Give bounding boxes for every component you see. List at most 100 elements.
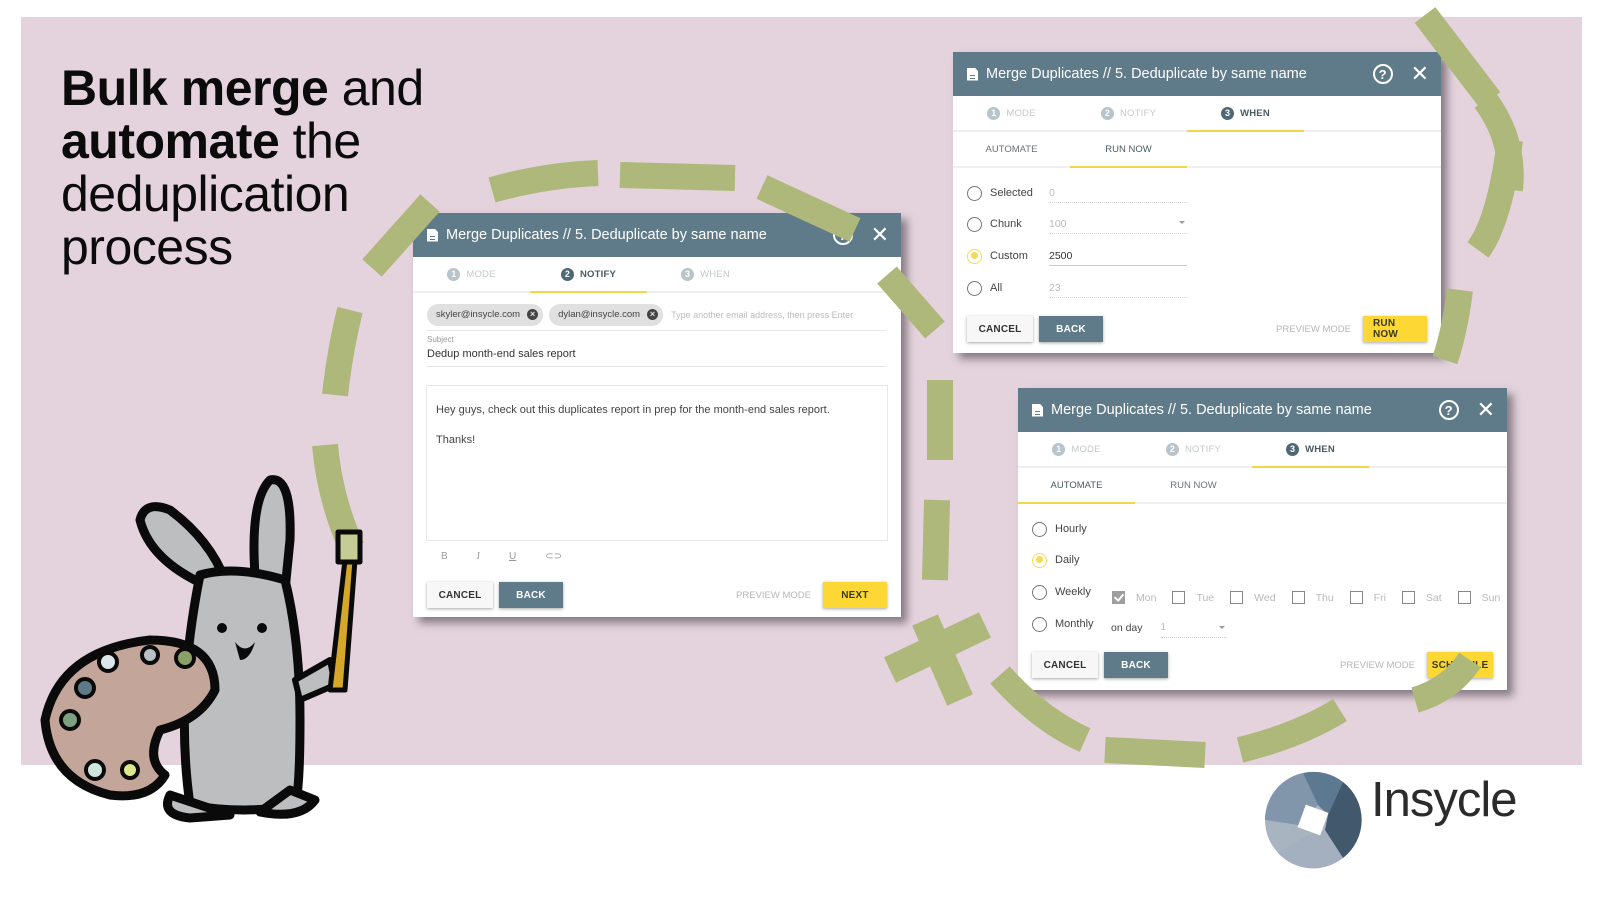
message-line: Thanks! [436, 434, 476, 446]
on-day-label: on day [1111, 622, 1143, 634]
preview-mode-link[interactable]: PREVIEW MODE [736, 590, 811, 601]
recipients-field[interactable]: skyler@insycle.com × dylan@insycle.com × T… [427, 299, 887, 331]
next-button[interactable]: NEXT [823, 582, 887, 608]
step-number: 1 [447, 267, 461, 281]
close-icon[interactable]: ✕ [1477, 399, 1495, 421]
step-label: NOTIFY [579, 268, 617, 280]
step-notify[interactable]: 2 NOTIFY [530, 257, 647, 293]
underline-button[interactable]: U [509, 551, 516, 562]
notify-dialog: Merge Duplicates // 5. Deduplicate by sa… [413, 213, 901, 617]
option-selected[interactable]: Selected [967, 183, 1043, 203]
day-sat[interactable]: Sat [1401, 591, 1442, 604]
frequency-daily[interactable]: Daily [1032, 550, 1079, 570]
run-now-button[interactable]: RUN NOW [1363, 316, 1427, 342]
link-icon[interactable]: ⊂⊃ [545, 551, 562, 562]
weekday-selector: Mon Tue Wed Thu Fri Sat Sun [1112, 591, 1516, 604]
radio-button[interactable] [1032, 552, 1047, 568]
on-day-select[interactable]: 1 [1160, 618, 1227, 638]
day-sun[interactable]: Sun [1457, 591, 1500, 604]
message-body-editor[interactable]: Hey guys, check out this duplicates repo… [426, 385, 888, 541]
subject-field[interactable]: Subject Dedup month-end sales report [427, 335, 887, 367]
schedule-button[interactable]: SCHEDULE [1427, 652, 1493, 678]
chevron-down-icon [1179, 221, 1185, 224]
recipient-chip: skyler@insycle.com × [427, 303, 544, 326]
day-thu[interactable]: Thu [1291, 591, 1334, 604]
checkbox[interactable] [1401, 591, 1415, 604]
step-when[interactable]: 3 WHEN [1187, 96, 1304, 132]
radio-button[interactable] [1032, 521, 1047, 537]
help-icon[interactable]: ? [1372, 64, 1393, 84]
headline-text-4: process [61, 219, 233, 275]
frequency-hourly[interactable]: Hourly [1032, 519, 1087, 539]
close-icon[interactable]: ✕ [871, 224, 889, 246]
dialog-footer: CANCEL BACK PREVIEW MODE SCHEDULE [1032, 652, 1493, 678]
step-when[interactable]: 3 WHEN [647, 257, 764, 291]
all-count-field: 23 [1049, 278, 1187, 298]
headline: Bulk merge and automate the deduplicatio… [61, 62, 424, 274]
step-when[interactable]: 3 WHEN [1252, 432, 1369, 468]
frequency-weekly[interactable]: Weekly [1032, 582, 1091, 602]
step-label: WHEN [1305, 443, 1335, 455]
subject-input[interactable]: Dedup month-end sales report [427, 348, 887, 360]
tab-run-now[interactable]: RUN NOW [1135, 468, 1252, 502]
day-label: Fri [1373, 591, 1386, 604]
option-custom[interactable]: Custom [967, 246, 1043, 266]
step-mode[interactable]: 1 MODE [413, 257, 530, 291]
recipient-input[interactable]: Type another email address, then press E… [671, 310, 853, 320]
automate-dialog: Merge Duplicates // 5. Deduplicate by sa… [1018, 388, 1507, 690]
preview-mode-link[interactable]: PREVIEW MODE [1276, 324, 1351, 335]
tab-automate[interactable]: AUTOMATE [953, 132, 1070, 166]
checkbox[interactable] [1291, 591, 1305, 604]
step-number: 2 [1165, 442, 1179, 456]
step-notify[interactable]: 2 NOTIFY [1135, 432, 1252, 466]
monthly-on-day: on day 1 [1111, 618, 1227, 638]
step-notify[interactable]: 2 NOTIFY [1070, 96, 1187, 130]
radio-button[interactable] [967, 280, 982, 296]
cancel-button[interactable]: CANCEL [967, 316, 1033, 342]
checkbox[interactable] [1349, 591, 1363, 604]
day-mon[interactable]: Mon [1112, 591, 1156, 604]
cancel-button[interactable]: CANCEL [427, 582, 493, 608]
checkbox[interactable] [1172, 591, 1186, 604]
cancel-button[interactable]: CANCEL [1032, 652, 1098, 678]
back-button[interactable]: BACK [1039, 316, 1103, 342]
help-icon[interactable]: ? [832, 225, 853, 245]
subject-label: Subject [427, 335, 454, 344]
tab-run-now[interactable]: RUN NOW [1070, 132, 1187, 168]
radio-button[interactable] [967, 216, 982, 232]
selected-count-field: 0 [1049, 183, 1187, 203]
option-chunk[interactable]: Chunk [967, 214, 1043, 234]
bold-button[interactable]: B [441, 551, 448, 562]
back-button[interactable]: BACK [1104, 652, 1168, 678]
remove-chip-icon[interactable]: × [527, 309, 539, 320]
checkbox[interactable] [1457, 591, 1471, 604]
close-icon[interactable]: ✕ [1411, 63, 1429, 85]
step-mode[interactable]: 1 MODE [953, 96, 1070, 130]
help-icon[interactable]: ? [1438, 400, 1459, 420]
chunk-size-select[interactable]: 100 [1049, 214, 1187, 234]
day-wed[interactable]: Wed [1230, 591, 1276, 604]
day-tue[interactable]: Tue [1172, 591, 1214, 604]
radio-button[interactable] [1032, 584, 1047, 600]
option-label: Selected [990, 187, 1033, 199]
dialog-header: Merge Duplicates // 5. Deduplicate by sa… [413, 213, 901, 257]
custom-count-input[interactable]: 2500 [1049, 246, 1187, 266]
step-label: MODE [466, 268, 496, 280]
option-all[interactable]: All [967, 278, 1043, 298]
step-mode[interactable]: 1 MODE [1018, 432, 1135, 466]
frequency-monthly[interactable]: Monthly [1032, 614, 1094, 634]
checkbox[interactable] [1112, 591, 1125, 604]
tab-automate[interactable]: AUTOMATE [1018, 468, 1135, 504]
back-button[interactable]: BACK [499, 582, 563, 608]
step-label: WHEN [1240, 107, 1270, 119]
checkbox[interactable] [1230, 591, 1244, 604]
italic-button[interactable]: I [477, 551, 480, 562]
run-now-dialog: Merge Duplicates // 5. Deduplicate by sa… [953, 52, 1441, 353]
radio-button[interactable] [1032, 616, 1047, 632]
format-toolbar: B I U ⊂⊃ [441, 551, 562, 562]
radio-button[interactable] [967, 185, 982, 201]
radio-button[interactable] [967, 248, 982, 264]
preview-mode-link[interactable]: PREVIEW MODE [1340, 660, 1415, 671]
remove-chip-icon[interactable]: × [647, 309, 659, 320]
day-fri[interactable]: Fri [1349, 591, 1386, 604]
